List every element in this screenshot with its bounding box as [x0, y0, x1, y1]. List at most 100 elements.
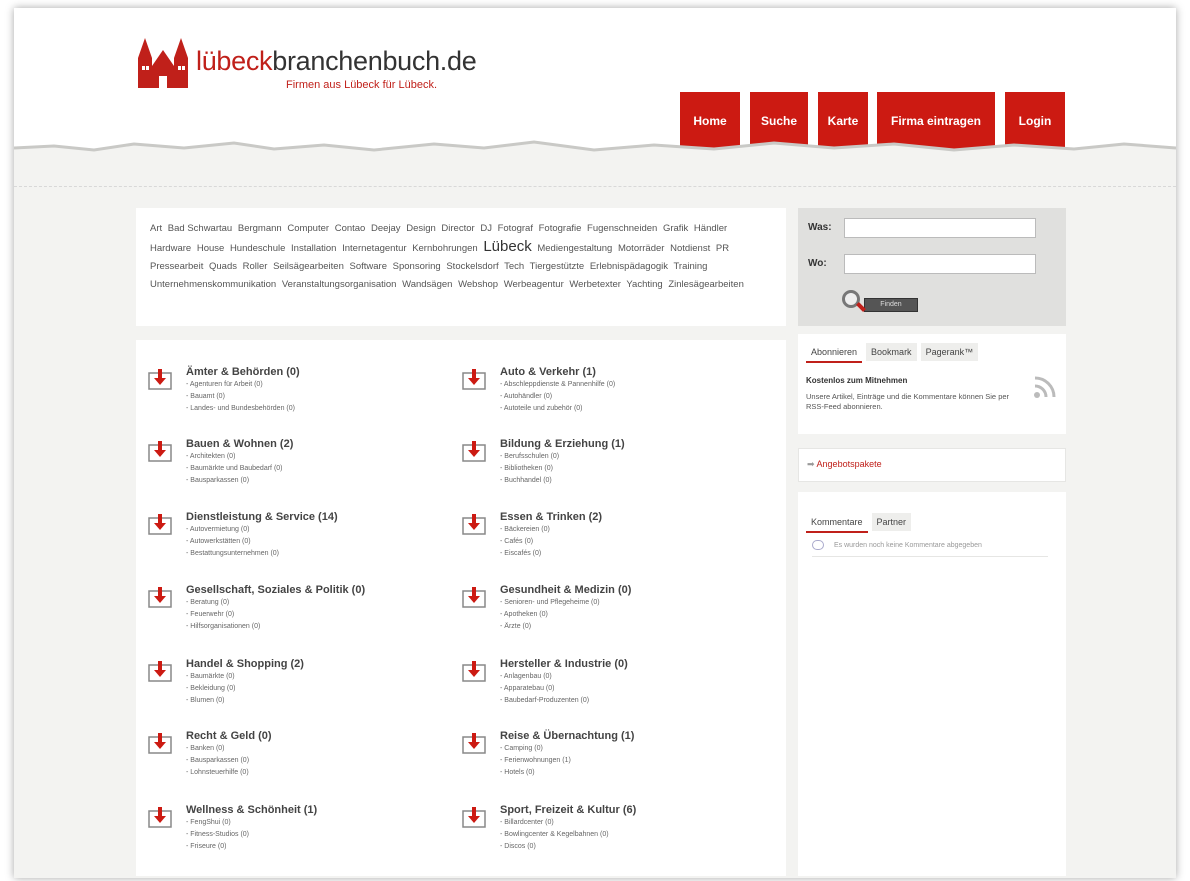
tag-link[interactable]: Veranstaltungsorganisation [282, 279, 397, 290]
subcategory-link[interactable]: - Agenturen für Arbeit (0) [186, 381, 263, 388]
subcategory-link[interactable]: - Blumen (0) [186, 697, 225, 704]
tag-link[interactable]: Werbetexter [569, 279, 621, 290]
category-title[interactable]: Gesundheit & Medizin (0) [500, 584, 631, 596]
subcategory-link[interactable]: - Feuerwehr (0) [186, 611, 234, 618]
offers-link[interactable]: ➡ Angebotspakete [807, 459, 882, 470]
category-download-icon[interactable] [148, 440, 172, 462]
subcategory-link[interactable]: - Ferienwohnungen (1) [500, 757, 571, 764]
subcategory-link[interactable]: - Bekleidung (0) [186, 685, 235, 692]
category-title[interactable]: Hersteller & Industrie (0) [500, 658, 628, 670]
category-download-icon[interactable] [148, 586, 172, 608]
tag-link[interactable]: Hardware [150, 243, 191, 254]
tag-link[interactable]: Roller [243, 261, 268, 272]
category-download-icon[interactable] [148, 660, 172, 682]
tab-abonnieren[interactable]: Abonnieren [806, 343, 863, 363]
category-download-icon[interactable] [462, 732, 486, 754]
subcategory-link[interactable]: - Senioren- und Pflegeheime (0) [500, 599, 600, 606]
tag-link[interactable]: Webshop [458, 279, 498, 290]
tag-link[interactable]: Training [673, 261, 707, 272]
tag-link[interactable]: Wandsägen [402, 279, 452, 290]
subcategory-link[interactable]: - Bausparkassen (0) [186, 757, 249, 764]
subcategory-link[interactable]: - Berufsschulen (0) [500, 453, 559, 460]
subcategory-link[interactable]: - Beratung (0) [186, 599, 229, 606]
category-download-icon[interactable] [148, 732, 172, 754]
tag-link[interactable]: Notdienst [670, 243, 710, 254]
tag-link[interactable]: Internetagentur [342, 243, 406, 254]
category-title[interactable]: Essen & Trinken (2) [500, 511, 602, 523]
subcategory-link[interactable]: - Architekten (0) [186, 453, 235, 460]
category-download-icon[interactable] [148, 513, 172, 535]
category-download-icon[interactable] [148, 806, 172, 828]
subcategory-link[interactable]: - Bauamt (0) [186, 393, 225, 400]
site-logo[interactable]: lübeckbranchenbuch.de Firmen aus Lübeck … [136, 36, 496, 106]
subcategory-link[interactable]: - Abschleppdienste & Pannenhilfe (0) [500, 381, 615, 388]
tag-link[interactable]: Pressearbeit [150, 261, 203, 272]
subcategory-link[interactable]: - Bowlingcenter & Kegelbahnen (0) [500, 831, 609, 838]
category-title[interactable]: Sport, Freizeit & Kultur (6) [500, 804, 636, 816]
tab-bookmark[interactable]: Bookmark [866, 343, 917, 361]
was-input[interactable] [844, 218, 1036, 238]
subcategory-link[interactable]: - Landes- und Bundesbehörden (0) [186, 405, 295, 412]
category-title[interactable]: Ämter & Behörden (0) [186, 366, 300, 378]
category-title[interactable]: Reise & Übernachtung (1) [500, 730, 634, 742]
tag-link[interactable]: Yachting [626, 279, 662, 290]
subcategory-link[interactable]: - Baumärkte und Baubedarf (0) [186, 465, 283, 472]
tag-link[interactable]: Installation [291, 243, 336, 254]
category-title[interactable]: Bauen & Wohnen (2) [186, 438, 293, 450]
subcategory-link[interactable]: - Cafés (0) [500, 538, 533, 545]
rss-feed-icon[interactable] [1032, 374, 1058, 400]
category-title[interactable]: Handel & Shopping (2) [186, 658, 304, 670]
subcategory-link[interactable]: - Autovermietung (0) [186, 526, 249, 533]
subcategory-link[interactable]: - Hotels (0) [500, 769, 535, 776]
tag-link[interactable]: Quads [209, 261, 237, 272]
category-download-icon[interactable] [462, 513, 486, 535]
subcategory-link[interactable]: - FengShui (0) [186, 819, 231, 826]
tag-link[interactable]: Stockelsdorf [446, 261, 498, 272]
tag-link[interactable]: PR [716, 243, 729, 254]
category-title[interactable]: Gesellschaft, Soziales & Politik (0) [186, 584, 365, 596]
subcategory-link[interactable]: - Bausparkassen (0) [186, 477, 249, 484]
tag-link[interactable]: Erlebnispädagogik [590, 261, 668, 272]
subcategory-link[interactable]: - Discos (0) [500, 843, 536, 850]
tag-link[interactable]: Fotograf [498, 223, 533, 234]
tag-link[interactable]: Tiergestützte [530, 261, 585, 272]
tag-link[interactable]: DJ [480, 223, 492, 234]
subcategory-link[interactable]: - Bäckereien (0) [500, 526, 550, 533]
category-download-icon[interactable] [148, 368, 172, 390]
tag-link[interactable]: Kernbohrungen [412, 243, 478, 254]
category-download-icon[interactable] [462, 660, 486, 682]
tag-link[interactable]: Unternehmenskommunikation [150, 279, 276, 290]
tag-link[interactable]: Werbeagentur [504, 279, 564, 290]
tag-link[interactable]: Händler [694, 223, 727, 234]
subcategory-link[interactable]: - Apotheken (0) [500, 611, 548, 618]
tag-link[interactable]: Mediengestaltung [537, 243, 612, 254]
category-title[interactable]: Wellness & Schönheit (1) [186, 804, 317, 816]
subcategory-link[interactable]: - Friseure (0) [186, 843, 226, 850]
tag-link[interactable]: Lübeck [483, 238, 531, 255]
tag-link[interactable]: Zinlesägearbeiten [668, 279, 744, 290]
subcategory-link[interactable]: - Buchhandel (0) [500, 477, 552, 484]
find-button[interactable]: Finden [842, 290, 922, 314]
tab-pagerank[interactable]: Pagerank™ [920, 343, 979, 361]
tag-link[interactable]: Seilsägearbeiten [273, 261, 344, 272]
subcategory-link[interactable]: - Banken (0) [186, 745, 225, 752]
category-title[interactable]: Dienstleistung & Service (14) [186, 511, 338, 523]
tag-link[interactable]: Contao [335, 223, 366, 234]
subcategory-link[interactable]: - Hilfsorganisationen (0) [186, 623, 260, 630]
tag-link[interactable]: Art [150, 223, 162, 234]
subcategory-link[interactable]: - Autoteile und zubehör (0) [500, 405, 583, 412]
category-download-icon[interactable] [462, 368, 486, 390]
tag-link[interactable]: Fotografie [539, 223, 582, 234]
subcategory-link[interactable]: - Fitness-Studios (0) [186, 831, 249, 838]
subcategory-link[interactable]: - Lohnsteuerhilfe (0) [186, 769, 249, 776]
subcategory-link[interactable]: - Billardcenter (0) [500, 819, 554, 826]
tag-link[interactable]: House [197, 243, 224, 254]
tag-link[interactable]: Bergmann [238, 223, 282, 234]
subcategory-link[interactable]: - Autowerkstätten (0) [186, 538, 251, 545]
category-title[interactable]: Recht & Geld (0) [186, 730, 272, 742]
tag-link[interactable]: Fugenschneiden [587, 223, 657, 234]
tag-link[interactable]: Bad Schwartau [168, 223, 232, 234]
subcategory-link[interactable]: - Ärzte (0) [500, 623, 531, 630]
tag-link[interactable]: Design [406, 223, 436, 234]
subcategory-link[interactable]: - Anlagenbau (0) [500, 673, 552, 680]
